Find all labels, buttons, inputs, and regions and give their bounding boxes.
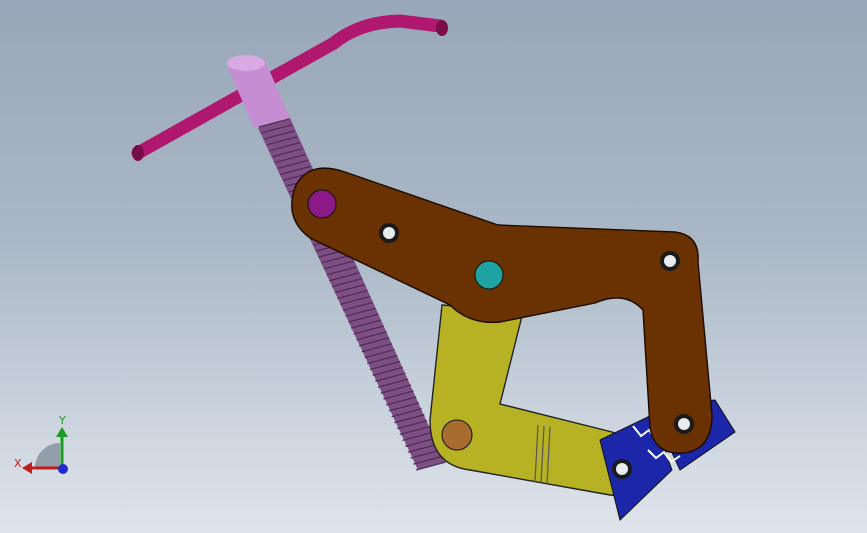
handle-collar-top (227, 55, 265, 71)
triad-quarter-disc (35, 443, 60, 468)
hole-lower-jaw-inner (616, 463, 628, 475)
hole-upper-arm-2-inner (664, 255, 676, 267)
t-handle-end-right (436, 20, 448, 36)
reference-triad[interactable]: Y X (10, 410, 80, 480)
pivot-pin-bronze[interactable] (441, 419, 473, 451)
cad-model-view[interactable] (0, 0, 867, 533)
hole-upper-arm-1-inner (383, 227, 395, 239)
lead-screw[interactable] (258, 118, 447, 471)
triad-y-label: Y (58, 414, 66, 427)
pivot-pin-teal[interactable] (474, 260, 504, 290)
triad-x-arrow (22, 462, 32, 474)
t-handle-end-left (132, 145, 144, 161)
hole-upper-arm-3-inner (678, 418, 690, 430)
graphics-viewport[interactable]: Y X (0, 0, 867, 533)
triad-y-arrow (56, 427, 68, 437)
triad-z-axis (58, 464, 68, 474)
triad-x-label: X (14, 457, 22, 470)
pivot-pin-magenta[interactable] (307, 189, 337, 219)
